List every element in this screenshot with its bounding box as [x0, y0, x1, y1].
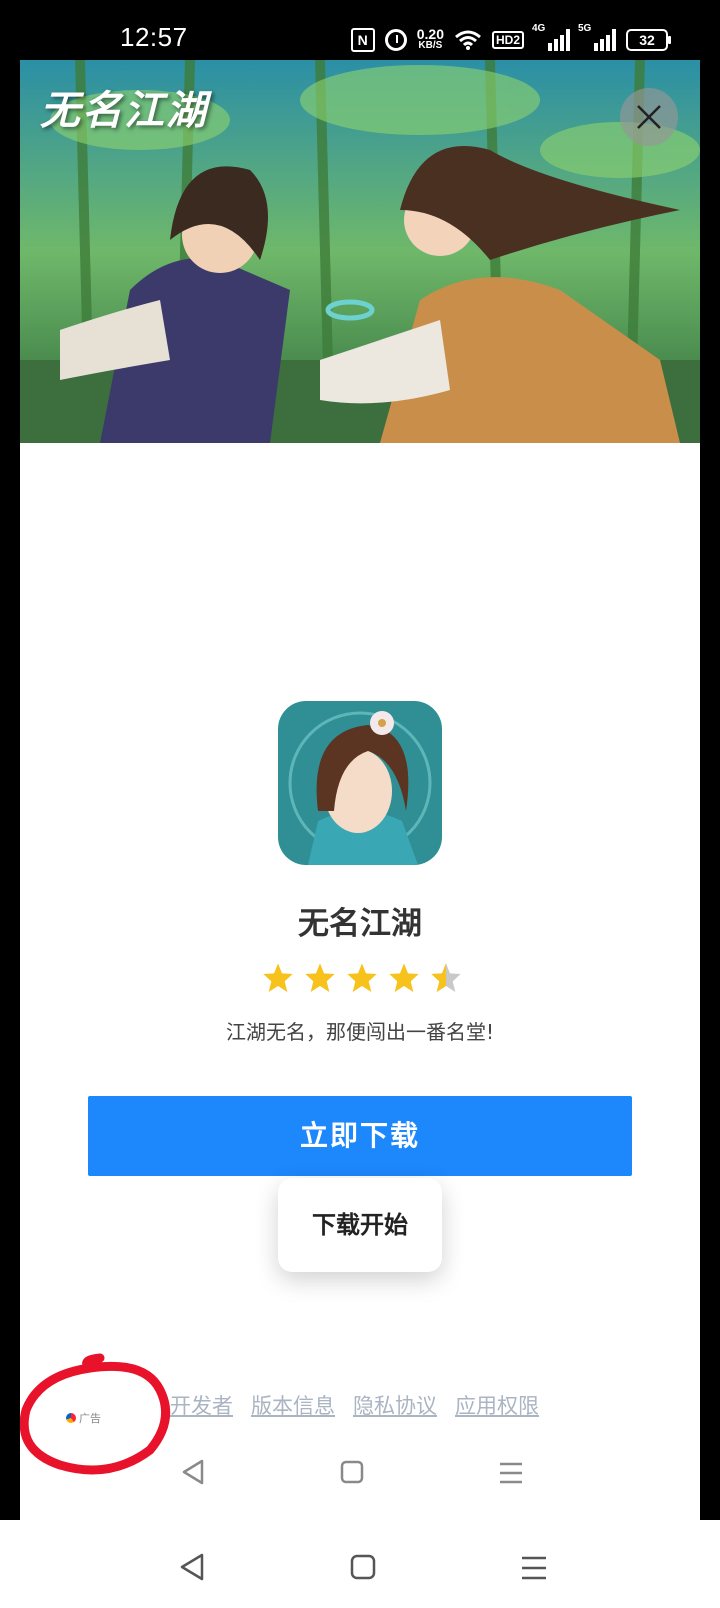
- app-info-links: 开发者 版本信息 隐私协议 应用权限: [170, 1390, 539, 1420]
- battery-icon: 32: [626, 29, 671, 51]
- rating-stars: [262, 962, 462, 994]
- status-time: 12:57: [120, 22, 188, 52]
- wifi-icon: [455, 30, 481, 50]
- alarm-icon: [384, 29, 407, 51]
- download-now-button[interactable]: 立即下载: [88, 1096, 632, 1176]
- star-full-icon: [347, 963, 377, 992]
- menu-icon[interactable]: [498, 1460, 524, 1486]
- star-half-icon: [431, 963, 461, 992]
- sim1-network-label: 4G: [532, 23, 546, 34]
- home-icon[interactable]: [340, 1460, 364, 1484]
- status-bar: 12:57 N 0.20 KB/S HD2 4G 5G 32: [0, 0, 720, 60]
- nfc-icon: N: [350, 28, 375, 52]
- network-speed: 0.20 KB/S: [417, 27, 444, 52]
- hd-voice-icon: HD2: [491, 31, 524, 49]
- star-full-icon: [389, 963, 419, 992]
- app-icon[interactable]: [278, 701, 442, 865]
- app-icon-image: [278, 701, 442, 865]
- sim2-network-label: 5G: [578, 23, 592, 34]
- signal-sim1-icon: 4G: [532, 23, 570, 51]
- star-full-icon: [263, 963, 293, 992]
- back-icon[interactable]: [180, 1458, 206, 1486]
- inner-nav-bar: [20, 1438, 700, 1508]
- network-speed-unit: KB/S: [418, 40, 443, 51]
- home-icon[interactable]: [350, 1554, 376, 1580]
- system-nav-bar: [0, 1520, 720, 1608]
- app-slogan: 江湖无名，那便闯出一番名堂!: [225, 1020, 495, 1044]
- download-started-toast: 下载开始: [278, 1178, 442, 1272]
- status-icons: N 0.20 KB/S HD2 4G 5G 32: [350, 23, 671, 52]
- app-name: 无名江湖: [298, 906, 422, 942]
- close-icon: [637, 105, 661, 129]
- menu-icon[interactable]: [520, 1554, 548, 1582]
- version-info-link[interactable]: 版本信息: [251, 1390, 335, 1420]
- signal-sim2-icon: 5G: [578, 23, 616, 51]
- banner-game-logo: 无名江湖: [40, 87, 208, 134]
- star-full-icon: [305, 963, 335, 992]
- close-ad-button[interactable]: [620, 88, 678, 146]
- ad-card: 无名江湖 无名江湖 江湖无名，那便闯出一番名堂! 立即下载 下载开始 开发者 版…: [20, 60, 700, 1520]
- app-permissions-link[interactable]: 应用权限: [455, 1390, 539, 1420]
- privacy-policy-link[interactable]: 隐私协议: [353, 1390, 437, 1420]
- game-banner-image[interactable]: 无名江湖: [20, 60, 700, 443]
- back-icon[interactable]: [178, 1552, 206, 1582]
